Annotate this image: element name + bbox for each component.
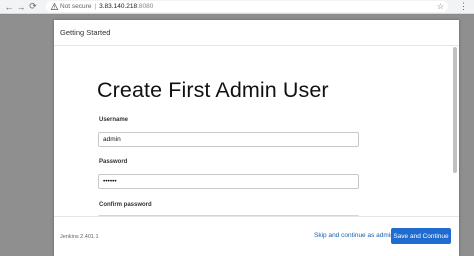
skip-continue-link[interactable]: Skip and continue as admin — [314, 232, 394, 239]
dialog-title: Getting Started — [60, 28, 111, 37]
reload-icon[interactable]: ⟳ — [27, 1, 39, 13]
dialog-header: Getting Started — [54, 20, 459, 46]
confirm-password-label: Confirm password — [99, 202, 152, 208]
username-label: Username — [99, 117, 129, 123]
page-title: Create First Admin User — [97, 78, 329, 102]
dialog-body[interactable]: Create First Admin User Username Passwor… — [54, 46, 459, 236]
password-label: Password — [99, 159, 128, 165]
back-icon[interactable]: ← — [3, 1, 15, 13]
save-continue-button[interactable]: Save and Continue — [391, 228, 451, 244]
password-field[interactable] — [98, 174, 359, 189]
url-port: :8080 — [137, 3, 154, 10]
scrollbar[interactable] — [453, 47, 457, 173]
browser-toolbar: ← → ⟳ Not secure | 3.83.140.218 :8080 ☆ … — [0, 0, 474, 14]
url-separator: | — [94, 3, 97, 10]
star-icon[interactable]: ☆ — [437, 1, 444, 12]
menu-icon[interactable]: ⋮ — [459, 1, 468, 12]
version-label: Jenkins 2.401.1 — [60, 234, 99, 240]
dialog-footer: Jenkins 2.401.1 Skip and continue as adm… — [54, 216, 459, 256]
forward-icon[interactable]: → — [15, 1, 27, 13]
username-field[interactable] — [98, 132, 359, 147]
url-host: 3.83.140.218 — [99, 3, 138, 10]
setup-dialog: Getting Started Create First Admin User … — [54, 20, 459, 256]
address-bar[interactable]: Not secure | 3.83.140.218 :8080 ☆ — [46, 1, 448, 12]
security-label: Not secure — [60, 3, 92, 10]
warning-icon[interactable] — [50, 3, 58, 11]
